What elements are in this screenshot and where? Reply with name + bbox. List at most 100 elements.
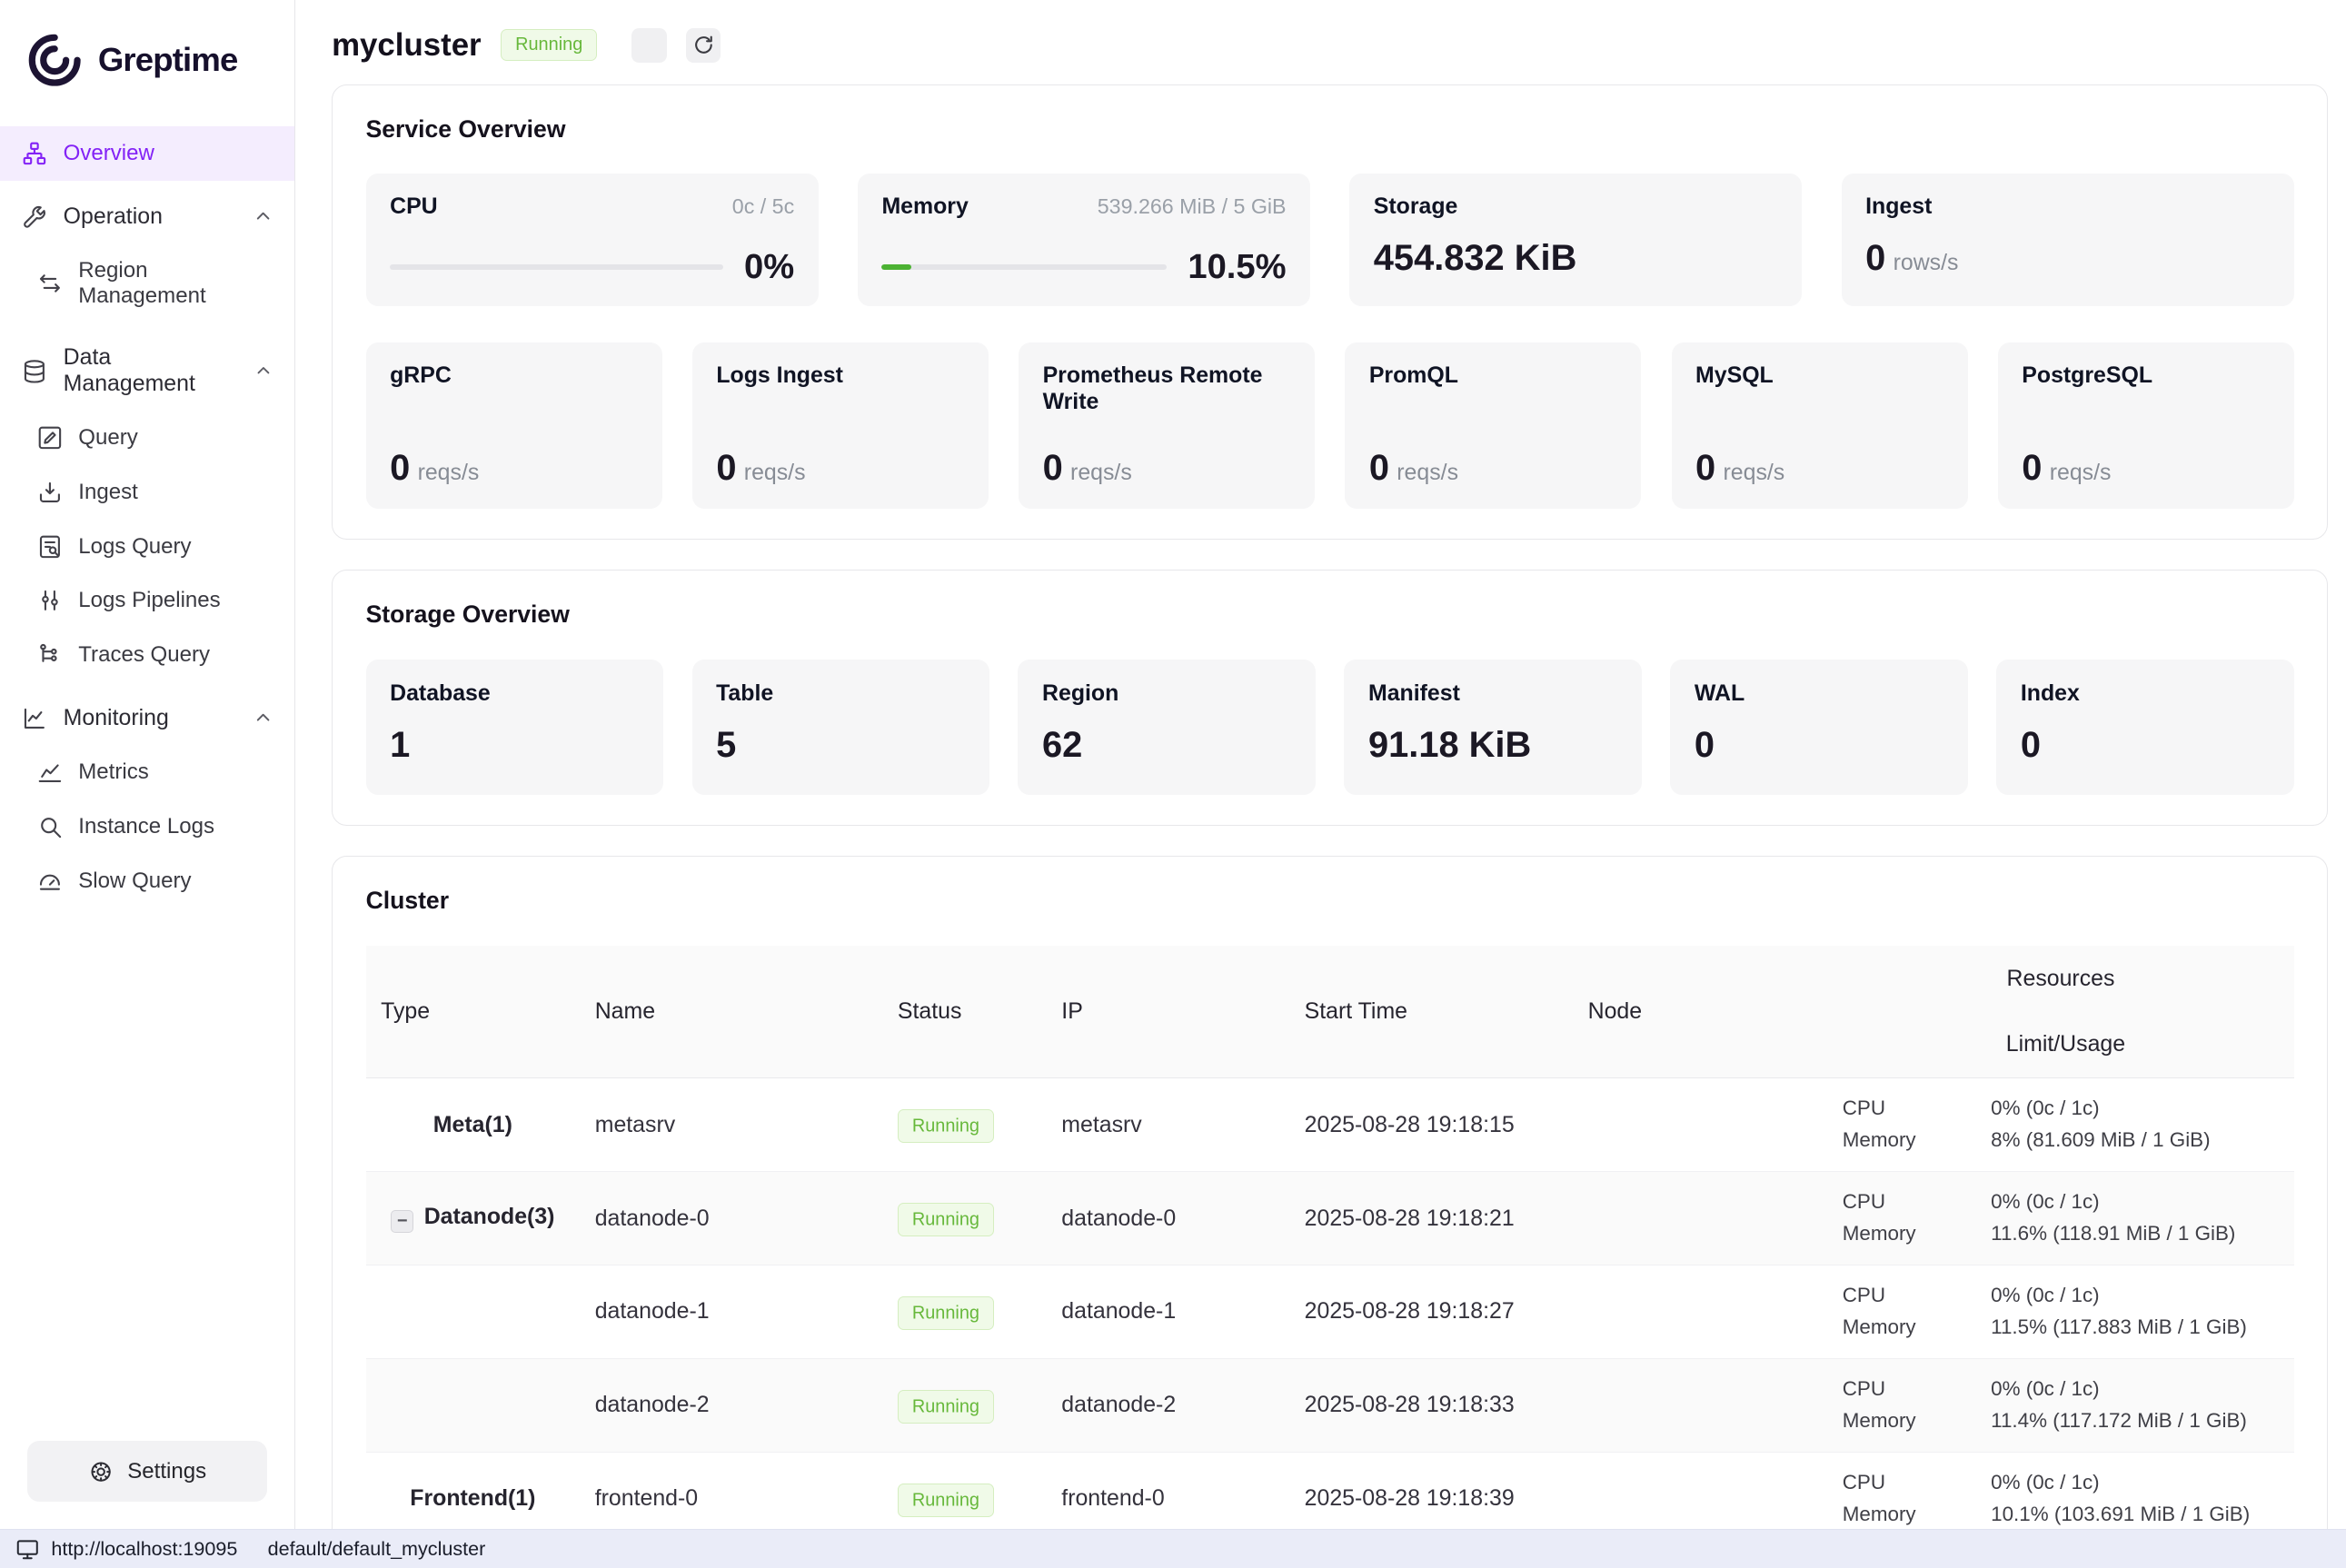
col-header-limit-usage: Limit/Usage <box>1976 1012 2294 1078</box>
monitor-icon <box>15 1537 40 1562</box>
row-start-time: 2025-08-28 19:18:21 <box>1289 1172 1573 1265</box>
cluster-table: Type Name Status IP Start Time Node Reso… <box>366 946 2294 1529</box>
logo[interactable]: Greptime <box>0 0 294 126</box>
sidebar-nav: Overview Operation Region Management <box>0 126 294 1417</box>
status-badge: Running <box>898 1109 994 1143</box>
row-limit-usage: 0% (0c / 1c) 11.6% (118.91 MiB / 1 GiB) <box>1976 1172 2294 1265</box>
wal-value: 0 <box>1695 725 1943 766</box>
ingest-tile: Ingest 0rows/s <box>1842 174 2294 306</box>
cpu-progress-bar <box>390 264 723 271</box>
cluster-header: mycluster Running <box>332 0 2328 84</box>
monitoring-icon <box>21 705 48 732</box>
sidebar-item-metrics[interactable]: Metrics <box>0 746 294 800</box>
memory-progress-bar <box>881 264 1167 271</box>
refresh-icon <box>692 34 715 56</box>
status-badge: Running <box>898 1484 994 1517</box>
postgresql-tile: PostgreSQL 0reqs/s <box>1998 342 2294 509</box>
row-name: datanode-1 <box>580 1265 882 1358</box>
statusbar-database-path: default/default_mycluster <box>268 1537 486 1561</box>
row-type: −Datanode(3) <box>366 1172 581 1265</box>
service-overview-card: Service Overview CPU 0c / 5c 0% Memory <box>332 84 2328 540</box>
status-badge: Running <box>898 1203 994 1236</box>
traces-query-icon <box>36 641 64 669</box>
grpc-tile: gRPC 0reqs/s <box>366 342 662 509</box>
row-node <box>1573 1452 1827 1529</box>
statusbar-url: http://localhost:19095 <box>51 1537 237 1561</box>
sidebar-group-operation[interactable]: Operation <box>0 190 294 244</box>
cluster-title: Cluster <box>366 887 2294 915</box>
sidebar-item-overview[interactable]: Overview <box>0 126 294 181</box>
status-badge: Running <box>501 29 597 61</box>
manifest-value: 91.18 KiB <box>1368 725 1617 766</box>
promql-label: PromQL <box>1369 362 1617 389</box>
sidebar-group-monitoring[interactable]: Monitoring <box>0 691 294 746</box>
row-name: datanode-0 <box>580 1172 882 1265</box>
table-tile: Table 5 <box>692 660 989 795</box>
chevron-up-icon <box>253 708 273 729</box>
mysql-value: 0reqs/s <box>1695 448 1943 489</box>
row-ip: datanode-2 <box>1047 1358 1289 1452</box>
cpu-percent: 0% <box>744 247 794 287</box>
status-badge: Running <box>898 1296 994 1330</box>
ingest-value: 0rows/s <box>1865 238 2270 279</box>
memory-tile: Memory 539.266 MiB / 5 GiB 10.5% <box>858 174 1310 306</box>
storage-label: Storage <box>1374 194 1458 220</box>
region-value: 62 <box>1042 725 1291 766</box>
wal-tile: WAL 0 <box>1670 660 1967 795</box>
sidebar-item-instance-logs[interactable]: Instance Logs <box>0 799 294 854</box>
sidebar-item-traces-query[interactable]: Traces Query <box>0 628 294 682</box>
copy-button[interactable] <box>631 28 666 63</box>
page-title: mycluster <box>332 27 482 64</box>
row-name: frontend-0 <box>580 1452 882 1529</box>
storage-overview-card: Storage Overview Database 1 Table 5 Regi… <box>332 570 2328 826</box>
col-header-resource-kind <box>1827 1012 1975 1078</box>
sidebar-item-label: Query <box>78 425 137 451</box>
settings-button[interactable]: Settings <box>27 1441 268 1501</box>
collapse-icon[interactable]: − <box>391 1210 413 1233</box>
row-name: datanode-2 <box>580 1358 882 1452</box>
sidebar-item-query[interactable]: Query <box>0 411 294 465</box>
row-resource-kinds: CPU Memory <box>1827 1172 1975 1265</box>
row-type <box>366 1265 581 1358</box>
grpc-label: gRPC <box>390 362 638 389</box>
cpu-tile: CPU 0c / 5c 0% <box>366 174 819 306</box>
metrics-icon <box>36 759 64 786</box>
refresh-button[interactable] <box>686 28 721 63</box>
sidebar-item-logs-pipelines[interactable]: Logs Pipelines <box>0 573 294 628</box>
region-management-icon <box>36 270 64 297</box>
row-limit-usage: 0% (0c / 1c) 8% (81.609 MiB / 1 GiB) <box>1976 1078 2294 1172</box>
sidebar-item-region-management[interactable]: Region Management <box>0 244 294 323</box>
sidebar-item-label: Slow Query <box>78 868 191 894</box>
sidebar-item-ingest[interactable]: Ingest <box>0 465 294 520</box>
logs-ingest-tile: Logs Ingest 0reqs/s <box>692 342 989 509</box>
settings-container: Settings <box>0 1417 294 1529</box>
sidebar-group-label: Operation <box>64 203 163 230</box>
row-start-time: 2025-08-28 19:18:39 <box>1289 1452 1573 1529</box>
ingest-unit: rows/s <box>1894 250 1959 275</box>
row-node <box>1573 1078 1827 1172</box>
sidebar-item-label: Metrics <box>78 759 148 785</box>
overview-icon <box>21 140 48 167</box>
greptime-logo-icon <box>25 30 84 90</box>
mysql-label: MySQL <box>1695 362 1943 389</box>
col-header-resources: Resources <box>1827 946 2294 1012</box>
memory-label: Memory <box>881 194 968 220</box>
sidebar-item-logs-query[interactable]: Logs Query <box>0 520 294 574</box>
prometheus-remote-write-label: Prometheus Remote Write <box>1043 362 1291 415</box>
mysql-tile: MySQL 0reqs/s <box>1672 342 1968 509</box>
main-content: mycluster Running Service Overview CPU 0… <box>295 0 2346 1529</box>
sidebar-group-data-management[interactable]: Data Management <box>0 332 294 412</box>
table-row: Meta(1) metasrv Running metasrv 2025-08-… <box>366 1078 2294 1172</box>
index-tile: Index 0 <box>1996 660 2293 795</box>
col-header-node: Node <box>1573 946 1827 1078</box>
postgresql-value: 0reqs/s <box>2022 448 2270 489</box>
col-header-name: Name <box>580 946 882 1078</box>
row-node <box>1573 1172 1827 1265</box>
sidebar-item-label: Logs Pipelines <box>78 588 220 613</box>
memory-percent: 10.5% <box>1188 247 1286 287</box>
row-type: Meta(1) <box>366 1078 581 1172</box>
promql-tile: PromQL 0reqs/s <box>1345 342 1641 509</box>
region-tile: Region 62 <box>1018 660 1315 795</box>
col-header-start-time: Start Time <box>1289 946 1573 1078</box>
sidebar-item-slow-query[interactable]: Slow Query <box>0 854 294 908</box>
